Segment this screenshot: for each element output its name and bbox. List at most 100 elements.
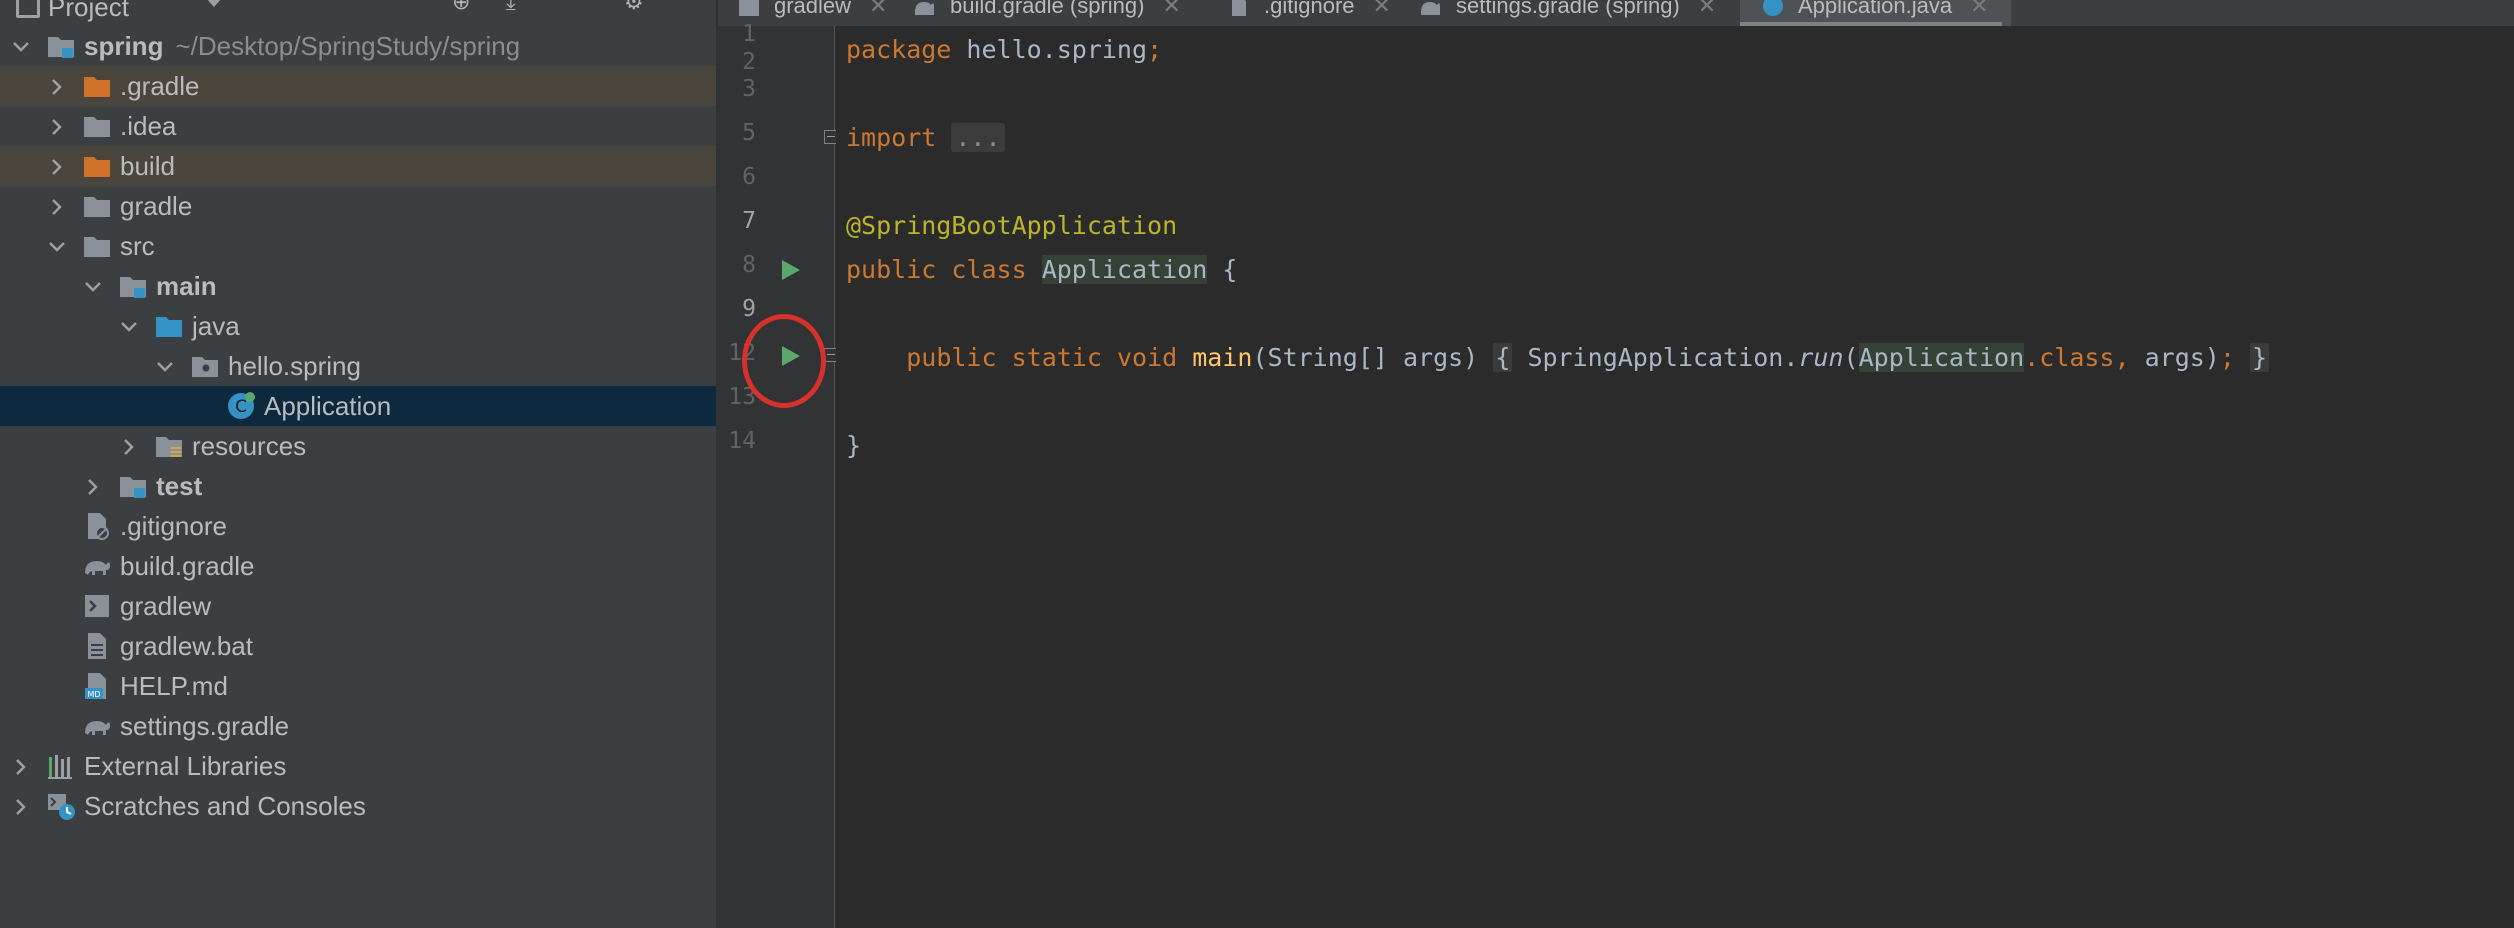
chevron-right-icon[interactable]	[46, 196, 68, 218]
batch-file-icon	[82, 631, 112, 661]
tab-build-gradle[interactable]: build.gradle (spring) ✕	[914, 0, 1181, 26]
code-line-9: public static void main(String[] args) {…	[846, 342, 2270, 374]
code-token: public	[906, 343, 997, 372]
tree-item-label: build.gradle	[120, 551, 255, 581]
chevron-down-icon[interactable]	[82, 276, 104, 298]
code-token: public	[846, 255, 937, 284]
chevron-down-icon[interactable]	[118, 316, 140, 338]
tree-item-label: main	[156, 271, 217, 301]
close-icon[interactable]: ✕	[1698, 0, 1716, 19]
tree-item-scratches[interactable]: Scratches and Consoles	[0, 786, 716, 826]
tree-item-main[interactable]: main	[0, 266, 716, 306]
chevron-right-icon[interactable]	[46, 76, 68, 98]
line-number: 1	[742, 21, 756, 47]
close-icon[interactable]: ✕	[1970, 0, 1988, 19]
shell-script-icon	[739, 0, 759, 16]
code-token: class	[951, 255, 1027, 284]
tree-item-label: gradle	[120, 191, 193, 221]
folder-icon	[82, 111, 112, 141]
tree-item-label: spring	[84, 31, 164, 61]
tree-item-hello-spring[interactable]: hello.spring	[0, 346, 716, 386]
project-view-icon[interactable]	[16, 0, 40, 18]
shell-script-icon	[82, 591, 112, 621]
tree-item-spring[interactable]: spring ~/Desktop/SpringStudy/spring	[0, 26, 716, 66]
code-line-6: @SpringBootApplication	[846, 210, 1177, 242]
gear-icon[interactable]: ⚙	[624, 0, 644, 14]
project-panel: Project ⊕ ⤓ ⌃ ⚙ spring ~/Desktop/SpringSt…	[0, 0, 718, 928]
gradle-file-icon	[82, 551, 112, 581]
code-line-13: }	[846, 430, 861, 462]
chevron-right-icon[interactable]	[46, 156, 68, 178]
chevron-down-icon[interactable]	[154, 356, 176, 378]
module-folder-icon	[46, 31, 76, 61]
expand-icon[interactable]: ⌃	[560, 0, 578, 14]
chevron-right-icon[interactable]	[46, 116, 68, 138]
code-token: Application	[1858, 343, 2025, 372]
libraries-icon	[46, 751, 76, 781]
tree-item-gitignore[interactable]: .gitignore	[0, 506, 716, 546]
locate-file-icon[interactable]: ⊕	[452, 0, 470, 14]
folded-imports[interactable]: ...	[951, 123, 1005, 152]
line-number: 5	[742, 120, 756, 146]
tree-item-label: resources	[192, 431, 307, 461]
source-folder-icon	[118, 271, 148, 301]
collapse-all-icon[interactable]: ⤓	[506, 0, 516, 14]
tab-gradlew[interactable]: gradlew ✕	[738, 0, 887, 26]
code-token: }	[846, 431, 862, 460]
tree-item-label: java	[192, 311, 240, 341]
chevron-right-icon[interactable]	[10, 756, 32, 778]
tree-item-application[interactable]: C Application	[0, 386, 716, 426]
tab-settings-gradle[interactable]: settings.gradle (spring) ✕	[1420, 0, 1716, 26]
close-icon[interactable]: ✕	[1373, 0, 1391, 19]
tab-gitignore[interactable]: .gitignore ✕	[1228, 0, 1391, 26]
chevron-down-icon[interactable]	[206, 0, 222, 7]
code-editor[interactable]: package hello.spring; import ... @Spring…	[836, 26, 2514, 928]
project-panel-title[interactable]: Project	[48, 0, 129, 23]
chevron-right-icon[interactable]	[10, 796, 32, 818]
tree-item-label: settings.gradle	[120, 711, 290, 741]
close-icon[interactable]: ✕	[1162, 0, 1180, 19]
tree-item-help-md[interactable]: MD HELP.md	[0, 666, 716, 706]
code-line-7: public class Application {	[846, 254, 1237, 286]
code-line-3: import ...	[846, 122, 1005, 154]
tab-label: gradlew	[774, 0, 852, 18]
folder-icon	[82, 191, 112, 221]
line-number: 9	[742, 296, 756, 322]
tree-item-gradle-dir[interactable]: .gradle	[0, 66, 716, 106]
tree-item-settings-gradle[interactable]: settings.gradle	[0, 706, 716, 746]
gradle-file-icon	[82, 711, 112, 741]
tree-item-gradlew-bat[interactable]: gradlew.bat	[0, 626, 716, 666]
run-class-icon[interactable]	[778, 258, 802, 282]
annotation-circle	[742, 314, 826, 408]
folder-orange-icon	[82, 71, 112, 101]
java-source-folder-icon	[154, 311, 184, 341]
chevron-down-icon[interactable]	[46, 236, 68, 258]
markdown-file-icon: MD	[82, 671, 112, 701]
spring-class-icon: C	[226, 391, 256, 421]
tree-item-src[interactable]: src	[0, 226, 716, 266]
gradle-file-icon	[1421, 2, 1440, 15]
folder-icon	[82, 231, 112, 261]
code-token: static	[1011, 343, 1102, 372]
tree-item-idea[interactable]: .idea	[0, 106, 716, 146]
svg-text:C: C	[235, 397, 247, 417]
tree-item-test[interactable]: test	[0, 466, 716, 506]
gradle-file-icon	[915, 2, 934, 15]
tree-item-label: build	[120, 151, 175, 181]
tree-item-build-gradle[interactable]: build.gradle	[0, 546, 716, 586]
close-icon[interactable]: ✕	[869, 0, 887, 19]
tree-item-build[interactable]: build	[0, 146, 716, 186]
chevron-right-icon[interactable]	[82, 476, 104, 498]
code-token: }	[2249, 343, 2270, 372]
line-number: 6	[742, 164, 756, 190]
tree-item-gradlew[interactable]: gradlew	[0, 586, 716, 626]
chevron-down-icon[interactable]	[10, 36, 32, 58]
tree-item-gradle[interactable]: gradle	[0, 186, 716, 226]
tree-item-resources[interactable]: resources	[0, 426, 716, 466]
tree-item-external-libraries[interactable]: External Libraries	[0, 746, 716, 786]
code-token: {	[1222, 255, 1238, 284]
tree-item-java[interactable]: java	[0, 306, 716, 346]
code-token: void	[1116, 343, 1178, 372]
chevron-right-icon[interactable]	[118, 436, 140, 458]
gitignore-file-icon	[1232, 0, 1246, 16]
